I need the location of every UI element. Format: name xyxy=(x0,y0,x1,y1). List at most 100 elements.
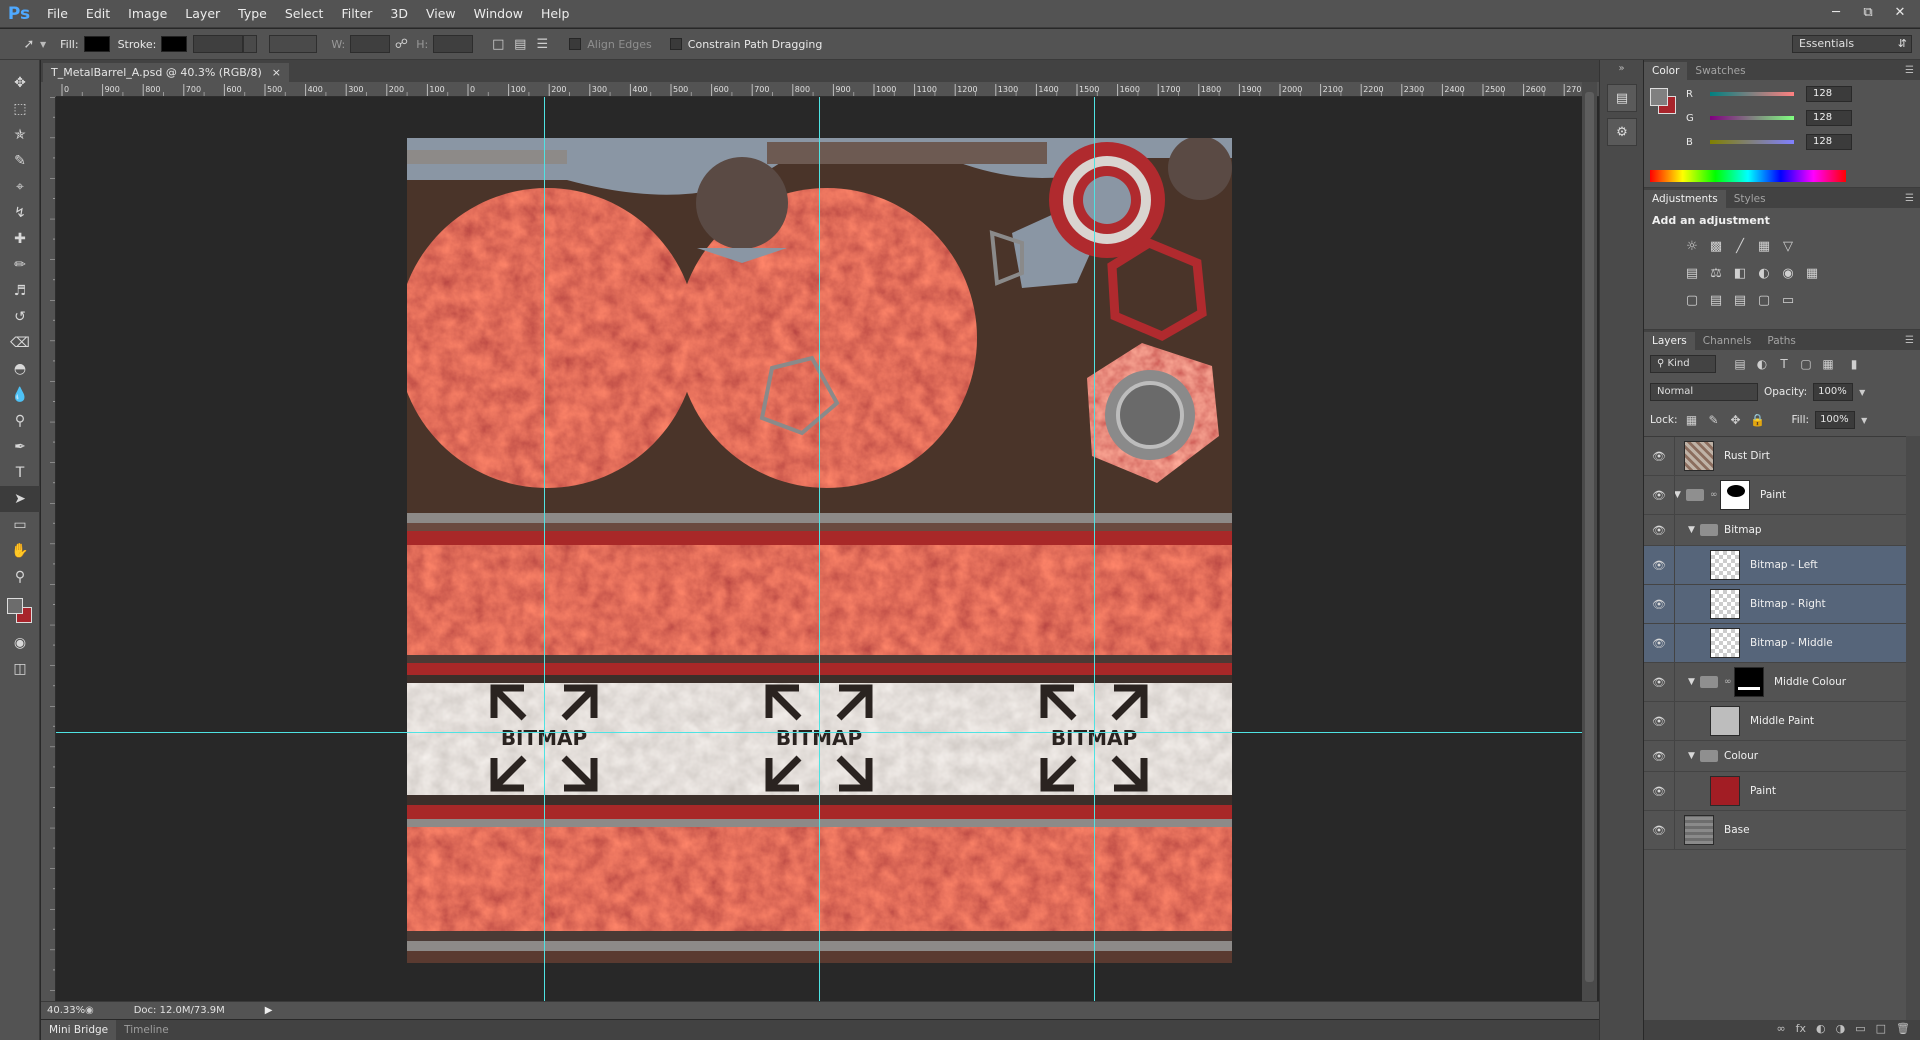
close-icon[interactable]: ✕ xyxy=(1886,2,1914,22)
visibility-eye-icon[interactable]: 👁 xyxy=(1644,676,1674,689)
black-white-icon[interactable]: ◧ xyxy=(1732,266,1748,281)
new-group-icon[interactable]: ▭ xyxy=(1855,1022,1865,1035)
panel-menu-icon[interactable]: ☰ xyxy=(1905,190,1914,208)
channel-mixer-icon[interactable]: ◉ xyxy=(1780,266,1796,281)
menu-view[interactable]: View xyxy=(417,0,465,28)
visibility-eye-icon[interactable]: 👁 xyxy=(1644,750,1674,763)
paint-bucket-tool-icon[interactable]: ◓ xyxy=(0,356,40,382)
opacity-dropdown-icon[interactable]: ▼ xyxy=(1859,388,1865,397)
color-balance-icon[interactable]: ⚖ xyxy=(1708,266,1724,281)
visibility-eye-icon[interactable]: 👁 xyxy=(1644,489,1674,502)
guide-vertical-1[interactable] xyxy=(544,97,545,1001)
properties-panel-icon[interactable]: ⚙ xyxy=(1607,118,1637,146)
layer-row[interactable]: 👁 Bitmap - Right xyxy=(1644,585,1906,624)
menu-3d[interactable]: 3D xyxy=(381,0,417,28)
guide-horizontal-1[interactable] xyxy=(56,732,1584,733)
menu-help[interactable]: Help xyxy=(532,0,579,28)
scrollbar-thumb[interactable] xyxy=(1585,92,1594,982)
group-expand-chevron-icon[interactable]: ▼ xyxy=(1688,677,1700,687)
blue-value[interactable]: 128 xyxy=(1806,134,1852,150)
layer-row[interactable]: 👁 Bitmap - Middle xyxy=(1644,624,1906,663)
visibility-eye-icon[interactable]: 👁 xyxy=(1644,524,1674,537)
visibility-eye-icon[interactable]: 👁 xyxy=(1644,824,1674,837)
layer-row[interactable]: 👁 Paint xyxy=(1644,772,1906,811)
healing-brush-tool-icon[interactable]: ✚ xyxy=(0,226,40,252)
lock-position-icon[interactable]: ✥ xyxy=(1727,413,1743,427)
path-alignment-icon[interactable]: ▤ xyxy=(509,34,531,54)
invert-icon[interactable]: ▢ xyxy=(1684,293,1700,308)
filter-type-icon[interactable]: T xyxy=(1776,357,1792,371)
link-icon[interactable]: ☍ xyxy=(390,34,412,54)
history-brush-tool-icon[interactable]: ↺ xyxy=(0,304,40,330)
rectangle-tool-icon[interactable]: ▭ xyxy=(0,512,40,538)
layer-style-icon[interactable]: fx xyxy=(1796,1022,1806,1035)
canvas-vertical-scrollbar[interactable] xyxy=(1582,82,1597,1001)
stroke-width-field[interactable] xyxy=(193,35,244,53)
tab-mini-bridge[interactable]: Mini Bridge xyxy=(41,1020,117,1040)
path-selection-tool-icon[interactable]: ➤ xyxy=(0,486,40,512)
selective-color-icon[interactable]: ▢ xyxy=(1756,293,1772,308)
align-edges-checkbox[interactable] xyxy=(569,38,582,50)
horizontal-ruler[interactable]: 0 900 800 700 600 500 400 300 200 100 0 100 200 300 40… xyxy=(56,82,1625,97)
threshold-icon[interactable]: ▤ xyxy=(1732,293,1748,308)
new-layer-icon[interactable]: □ xyxy=(1876,1022,1886,1035)
menu-edit[interactable]: Edit xyxy=(77,0,119,28)
blur-tool-icon[interactable]: 💧 xyxy=(0,382,40,408)
zoom-level[interactable]: 40.33% xyxy=(41,1005,85,1016)
tool-preset-chevron-icon[interactable]: ▼ xyxy=(40,40,46,49)
opacity-field[interactable]: 100% xyxy=(1813,383,1854,401)
visibility-eye-icon[interactable]: 👁 xyxy=(1644,785,1674,798)
dodge-tool-icon[interactable]: ⚲ xyxy=(0,408,40,434)
crop-tool-icon[interactable]: ⌖ xyxy=(0,174,40,200)
filter-toggle-icon[interactable]: ▮ xyxy=(1846,357,1862,371)
path-operations-icon[interactable]: □ xyxy=(487,34,509,54)
guide-vertical-3[interactable] xyxy=(1094,97,1095,1001)
filter-smart-object-icon[interactable]: ▦ xyxy=(1820,357,1836,371)
dock-collapse-icon[interactable]: » xyxy=(1600,60,1643,78)
tab-channels[interactable]: Channels xyxy=(1695,332,1760,350)
fill-field[interactable]: 100% xyxy=(1815,411,1856,429)
curves-icon[interactable]: ╱ xyxy=(1732,239,1748,254)
constrain-path-option[interactable]: Constrain Path Dragging xyxy=(669,38,822,51)
panel-menu-icon[interactable]: ☰ xyxy=(1905,332,1914,350)
blue-slider[interactable] xyxy=(1710,140,1794,144)
hue-saturation-icon[interactable]: ▤ xyxy=(1684,266,1700,281)
visibility-eye-icon[interactable]: 👁 xyxy=(1644,637,1674,650)
quick-mask-icon[interactable]: ◉ xyxy=(0,630,40,656)
ruler-origin[interactable] xyxy=(41,82,56,97)
pen-tool-icon[interactable]: ✒ xyxy=(0,434,40,460)
visibility-eye-icon[interactable]: 👁 xyxy=(1644,559,1674,572)
layer-row[interactable]: 👁 Rust Dirt xyxy=(1644,437,1906,476)
move-tool-icon[interactable]: ✥ xyxy=(0,70,40,96)
tab-timeline[interactable]: Timeline xyxy=(116,1020,177,1040)
add-mask-icon[interactable]: ◐ xyxy=(1816,1022,1826,1035)
type-tool-icon[interactable]: T xyxy=(0,460,40,486)
green-slider[interactable] xyxy=(1710,116,1794,120)
menu-file[interactable]: File xyxy=(38,0,77,28)
canvas-area[interactable]: BITMAP BITMAP BITMAP xyxy=(56,97,1625,1001)
tab-styles[interactable]: Styles xyxy=(1726,190,1774,208)
mask-link-icon[interactable]: ∞ xyxy=(1724,677,1734,687)
layers-scrollbar[interactable] xyxy=(1906,436,1920,1040)
screen-mode-icon[interactable]: ◫ xyxy=(0,656,40,682)
hand-tool-icon[interactable]: ✋ xyxy=(0,538,40,564)
layer-row[interactable]: 👁 ▼ Bitmap xyxy=(1644,515,1906,546)
layer-row[interactable]: 👁 Base xyxy=(1644,811,1906,850)
visibility-eye-icon[interactable]: 👁 xyxy=(1644,598,1674,611)
align-edges-option[interactable]: Align Edges xyxy=(569,38,652,51)
minimize-icon[interactable]: ─ xyxy=(1822,2,1850,22)
gradient-map-icon[interactable]: ▭ xyxy=(1780,293,1796,308)
group-expand-chevron-icon[interactable]: ▼ xyxy=(1674,490,1686,500)
exposure-icon[interactable]: ▦ xyxy=(1756,239,1772,254)
filter-pixel-icon[interactable]: ▤ xyxy=(1732,357,1748,371)
visibility-eye-icon[interactable]: 👁 xyxy=(1644,715,1674,728)
mask-link-icon[interactable]: ∞ xyxy=(1710,490,1720,500)
workspace-dropdown[interactable]: Essentials ⇵ xyxy=(1792,35,1912,53)
vertical-ruler[interactable] xyxy=(41,97,56,1001)
status-info-icon[interactable]: ◉ xyxy=(85,1005,94,1016)
tab-layers[interactable]: Layers xyxy=(1644,332,1695,350)
levels-icon[interactable]: ▩ xyxy=(1708,239,1724,254)
filter-shape-icon[interactable]: ▢ xyxy=(1798,357,1814,371)
fill-dropdown-icon[interactable]: ▼ xyxy=(1861,416,1867,425)
layer-row[interactable]: 👁 ▼ ∞ Paint xyxy=(1644,476,1906,515)
